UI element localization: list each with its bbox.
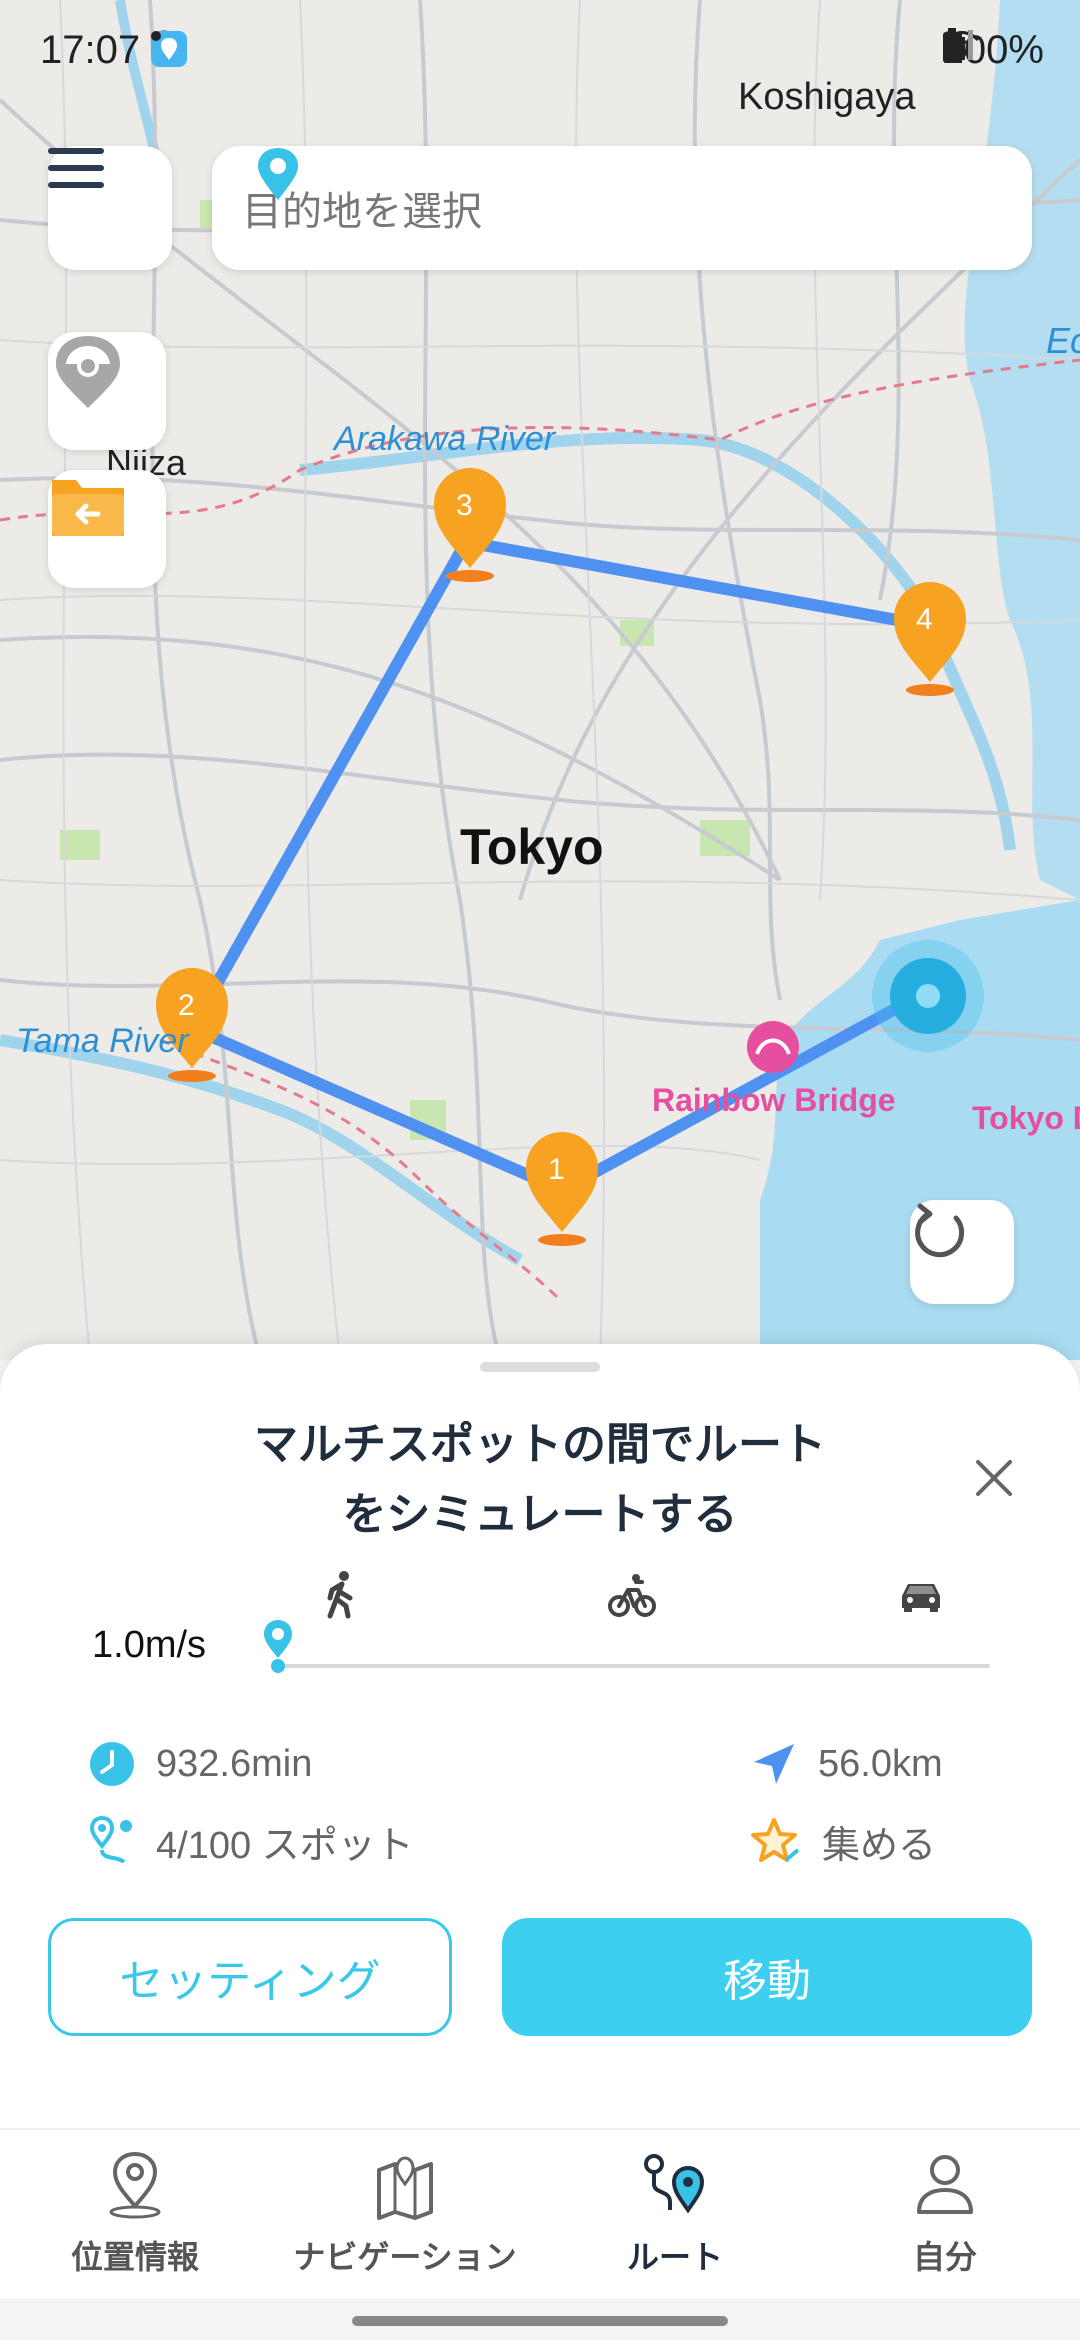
sheet-title-line2: をシミュレートする [342, 1489, 738, 1540]
tab-me[interactable]: 自分 [810, 2150, 1080, 2278]
status-time: 17:07 [40, 28, 141, 72]
menu-button[interactable] [48, 146, 172, 270]
collect-label: 集める [822, 1825, 937, 1867]
destination-search[interactable]: 目的地を選択 [212, 146, 1032, 270]
speed-value: 1.0m/s [92, 1624, 207, 1666]
tab-navigation-label: ナビゲーション [293, 2238, 517, 2276]
battery-icon [942, 28, 961, 63]
tab-location[interactable]: 位置情報 [0, 2150, 270, 2278]
marker-1 [526, 1132, 598, 1246]
clock-icon [90, 1742, 134, 1786]
settings-button[interactable]: セッティング [48, 1918, 452, 2036]
marker-3-label[interactable]: 3 [456, 489, 473, 523]
walk-icon[interactable] [322, 1570, 362, 1620]
close-icon[interactable] [966, 1450, 1022, 1506]
tab-navigation[interactable]: ナビゲーション [270, 2150, 540, 2278]
map-label-ec: Ec [1046, 320, 1080, 361]
reset-route-button[interactable] [910, 1200, 1014, 1304]
status-right: 100% [942, 28, 1044, 73]
map-view[interactable]: 1 2 3 4 Koshigaya Ec Niiza Arakawa River… [0, 0, 1080, 1360]
map-label-tokyo: Tokyo [460, 819, 604, 875]
status-bar: 17:07 100% [0, 0, 1080, 100]
marker-1-label[interactable]: 1 [548, 1153, 565, 1187]
marker-2-label[interactable]: 2 [178, 989, 195, 1023]
map-label-tokyo-d: Tokyo D [972, 1100, 1080, 1136]
folder-back-icon [52, 480, 124, 536]
bottom-tab-bar: 位置情報 ナビゲーション ルート 自分 [0, 2128, 1080, 2300]
refresh-icon [915, 1203, 965, 1258]
home-gesture-pill[interactable] [352, 2316, 728, 2326]
tab-location-label: 位置情報 [70, 2238, 199, 2276]
location-pin-icon [109, 2151, 161, 2219]
map-label-tama: Tama River [16, 1022, 189, 1060]
stat-spots-value: 4/100 スポット [156, 1825, 414, 1867]
tab-route-label: ルート [626, 2238, 723, 2276]
person-icon [917, 2155, 973, 2214]
route-icon [644, 2154, 705, 2214]
car-icon[interactable] [898, 1570, 944, 1620]
history-folder-button[interactable] [48, 470, 166, 588]
map-label-arakawa: Arakawa River [334, 420, 556, 458]
collect-favorite[interactable]: 集める [750, 1814, 936, 1869]
stat-time: 932.6min [88, 1740, 312, 1788]
tab-route[interactable]: ルート [540, 2150, 810, 2278]
map-label-rainbow: Rainbow Bridge [652, 1082, 896, 1118]
bike-icon[interactable] [608, 1570, 656, 1620]
stat-spots: 4/100 スポット [88, 1814, 414, 1869]
marker-4-label[interactable]: 4 [916, 603, 933, 637]
speed-slider-thumb[interactable] [260, 1618, 296, 1674]
pokemon-mode-button[interactable] [48, 332, 166, 450]
stat-distance-value: 56.0km [818, 1742, 943, 1785]
sheet-title: マルチスポットの間でルート をシミュレートする [180, 1410, 900, 1550]
stat-time-value: 932.6min [156, 1742, 313, 1785]
sheet-title-line1: マルチスポットの間でルート [254, 1419, 826, 1470]
move-button[interactable]: 移動 [502, 1918, 1032, 2036]
tab-me-label: 自分 [912, 2238, 977, 2276]
stat-distance: 56.0km [750, 1740, 943, 1788]
search-pin-icon [258, 148, 298, 200]
route-spots-icon [89, 1815, 132, 1864]
system-nav-bar [0, 2298, 1080, 2340]
pokeball-icon [56, 336, 120, 408]
bridge-icon [747, 1021, 799, 1073]
dot-icon [151, 31, 161, 41]
speed-slider[interactable] [278, 1664, 990, 1668]
screen: 1 2 3 4 Koshigaya Ec Niiza Arakawa River… [0, 0, 1080, 2340]
hamburger-icon [48, 148, 104, 188]
navigation-arrow-icon [754, 1744, 794, 1784]
marker-3 [434, 468, 506, 582]
star-icon [751, 1817, 800, 1862]
sheet-handle[interactable] [480, 1362, 600, 1372]
map-icon [377, 2156, 433, 2220]
